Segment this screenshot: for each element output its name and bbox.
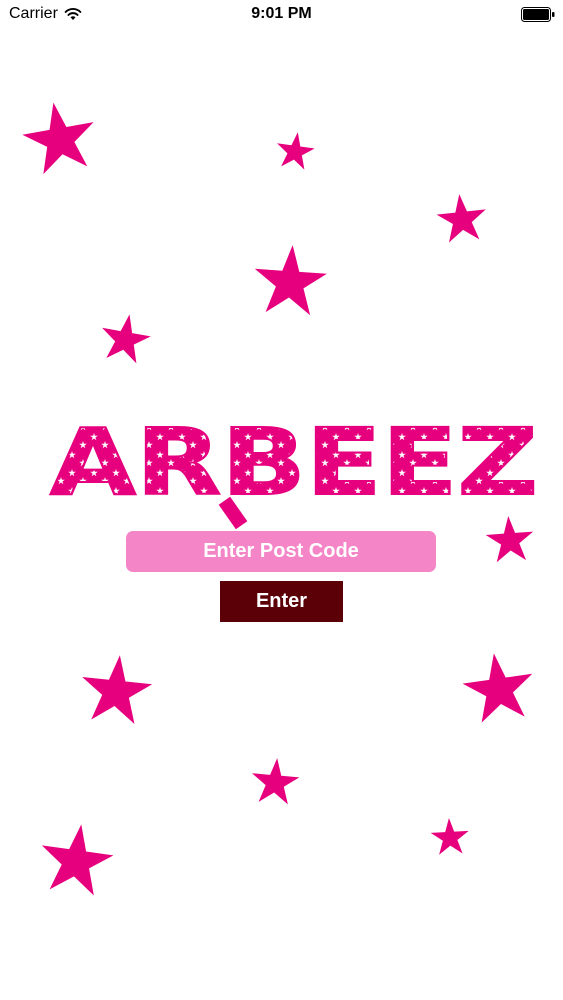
enter-button[interactable]: Enter — [220, 581, 343, 622]
star-icon — [102, 314, 151, 364]
star-icon — [82, 655, 153, 725]
star-icon — [22, 102, 94, 175]
logo-text: ARBEEZ — [50, 414, 538, 516]
star-icon — [41, 824, 114, 896]
star-icon — [462, 653, 533, 723]
star-icon — [436, 194, 486, 243]
postcode-input[interactable] — [126, 531, 436, 572]
app-logo: ARBEEZ — [49, 414, 539, 530]
star-icon — [254, 245, 327, 316]
star-icon — [251, 758, 300, 805]
star-icon — [277, 132, 315, 170]
star-icon — [430, 818, 469, 855]
